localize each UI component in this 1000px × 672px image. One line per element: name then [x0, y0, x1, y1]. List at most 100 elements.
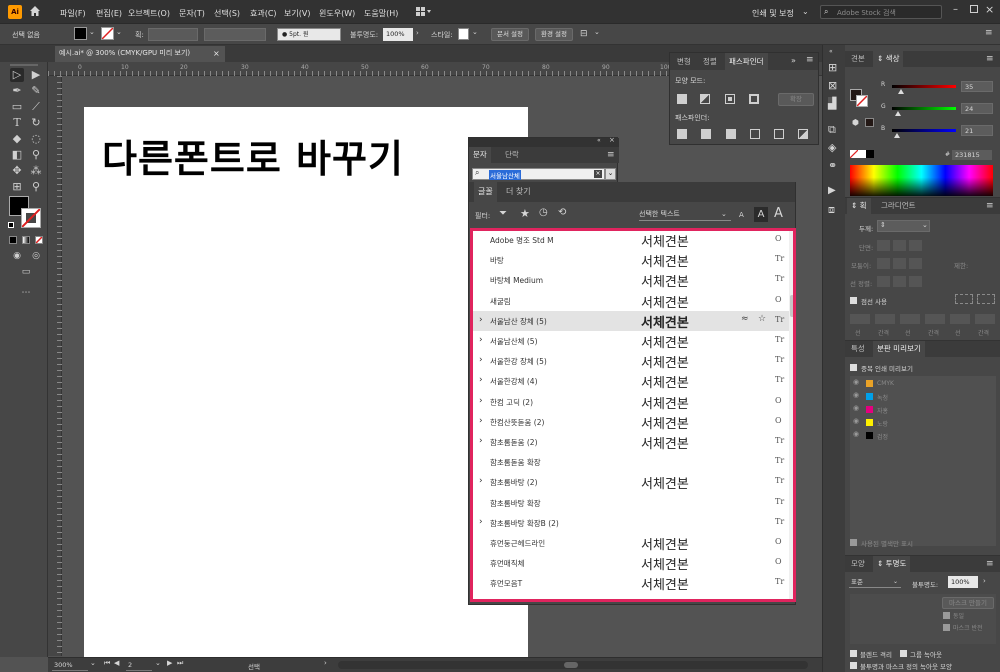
stepper-icon[interactable]: ⇕ — [880, 221, 886, 229]
menu-file[interactable]: 파일(F) — [60, 8, 86, 19]
layers-arrange-icon[interactable]: ▟ — [828, 97, 837, 110]
star-filter-icon[interactable]: ★ — [520, 207, 530, 220]
menu-window[interactable]: 윈도우(W) — [319, 8, 355, 19]
eraser-tool-icon[interactable]: ◆ — [10, 132, 24, 146]
similar-fonts-icon[interactable]: ≈ — [741, 314, 749, 324]
separation-row[interactable]: ◉ CMYK — [850, 378, 996, 390]
expand-chevron-icon[interactable]: › — [479, 517, 483, 527]
minus-back-icon[interactable] — [798, 129, 808, 139]
app-logo[interactable]: Ai — [8, 5, 22, 19]
close-icon[interactable]: × — [985, 3, 994, 16]
chevron-down-icon[interactable]: ⌄ — [802, 7, 809, 16]
minus-front-icon[interactable] — [700, 94, 710, 104]
menu-view[interactable]: 보기(V) — [284, 8, 310, 19]
next-artboard-icon[interactable]: ▶ — [167, 659, 172, 667]
visibility-eye-icon[interactable]: ◉ — [853, 391, 859, 399]
font-list-item[interactable]: › 서울한강체 (4) 서체견본 Tr — [473, 371, 791, 391]
image-trace-icon[interactable]: ⧈ — [828, 203, 835, 217]
overprint-checkbox[interactable] — [850, 364, 857, 371]
unite-icon[interactable] — [677, 94, 687, 104]
status-menu-icon[interactable]: › — [324, 659, 327, 667]
document-setup-button[interactable]: 문서 설정 — [491, 28, 529, 41]
type-tool-icon[interactable]: T — [10, 116, 24, 130]
draw-mode-icon[interactable]: ◉ — [10, 249, 24, 263]
tab-transform[interactable]: 변형 — [673, 53, 695, 70]
font-list-item[interactable]: › 한컴산뜻돋움 (2) 서체견본 O — [473, 412, 791, 432]
tab-pathfinder[interactable]: 패스파인더 — [725, 53, 768, 70]
outline-icon[interactable] — [774, 129, 784, 139]
g-value-field[interactable]: 24 — [961, 103, 993, 114]
align-inside-button[interactable] — [893, 276, 906, 287]
maximize-icon[interactable] — [970, 5, 978, 13]
sample-size-small[interactable]: A — [739, 211, 744, 219]
home-icon[interactable] — [29, 5, 41, 17]
crop-icon[interactable] — [750, 129, 760, 139]
round-cap-button[interactable] — [893, 240, 906, 251]
font-list-item[interactable]: 휴먼모음T 서체견본 Tr — [473, 573, 791, 593]
color-stroke-box[interactable] — [856, 95, 868, 107]
direct-selection-tool-icon[interactable]: ▶ — [29, 68, 43, 82]
brush-select[interactable]: ● 5pt. 원 — [277, 28, 341, 41]
eyedropper-tool-icon[interactable]: ⚲ — [29, 148, 43, 162]
favorite-star-icon[interactable]: ☆ — [758, 314, 766, 324]
tab-transparency[interactable]: ⇕ 투명도 — [873, 556, 911, 572]
used-only-checkbox[interactable] — [850, 539, 857, 546]
transparency-opacity-field[interactable]: 100% — [948, 576, 978, 588]
zoom-tool-icon[interactable]: ⚲ — [29, 180, 43, 194]
panel-menu-icon[interactable]: ≡ — [986, 201, 994, 211]
symbol-sprayer-tool-icon[interactable]: ⁂ — [29, 164, 43, 178]
expand-chevron-icon[interactable]: › — [479, 375, 483, 385]
panel-grip[interactable]: « — [829, 48, 833, 55]
merge-icon[interactable] — [726, 129, 736, 139]
r-value-field[interactable]: 35 — [961, 81, 993, 92]
rectangle-tool-icon[interactable]: ▭ — [10, 100, 24, 114]
dash-align-corners-icon[interactable] — [977, 294, 995, 304]
font-list-item[interactable]: 함초롬돋움 확장 Tr — [473, 452, 791, 472]
tab-align[interactable]: 정렬 — [699, 53, 721, 70]
close-icon[interactable]: × — [609, 136, 615, 144]
horizontal-scrollbar[interactable] — [338, 661, 808, 669]
font-list-item[interactable]: 함초롬바탕 확장 Tr — [473, 493, 791, 513]
recent-filter-icon[interactable]: ◷ — [539, 207, 548, 218]
previous-artboard-icon[interactable]: ◀ — [114, 659, 119, 667]
document-tab[interactable]: 예시.ai* @ 300% (CMYK/GPU 미리 보기) × — [55, 46, 225, 62]
gamut-swatch[interactable] — [865, 118, 874, 127]
collapse-icon[interactable]: » — [791, 56, 796, 65]
curvature-tool-icon[interactable]: ✎ — [29, 84, 43, 98]
gradient-tool-icon[interactable]: ◧ — [10, 148, 24, 162]
selection-tool-icon[interactable]: ▷ — [10, 68, 24, 82]
chevron-down-icon[interactable]: ⌄ — [594, 28, 600, 36]
font-list-item[interactable]: › 서울한강 장체 (5) 서체견본 Tr — [473, 351, 791, 371]
lasso-tool-icon[interactable]: ◌ — [29, 132, 43, 146]
tab-stroke[interactable]: ⇕ 획 — [847, 198, 871, 214]
tools-panel-grip[interactable] — [10, 64, 38, 66]
first-artboard-icon[interactable]: ⏮ — [104, 659, 110, 668]
font-list-item[interactable]: › 함초롬돋움 (2) 서체견본 Tr — [473, 432, 791, 452]
expand-button[interactable]: 확장 — [778, 93, 814, 106]
artboard-number-field[interactable]: 2 — [126, 659, 152, 671]
opacity-field[interactable]: 100% — [383, 28, 413, 41]
font-dropdown-toggle[interactable]: ⌄ — [605, 168, 616, 180]
chevron-right-icon[interactable]: › — [983, 577, 986, 585]
tab-separations[interactable]: 분판 미리보기 — [873, 341, 925, 357]
chevron-down-icon[interactable]: ⌄ — [89, 28, 95, 36]
make-mask-button[interactable]: 마스크 만들기 — [942, 597, 994, 609]
chevron-down-icon[interactable]: ⌄ — [922, 221, 928, 229]
gap-field[interactable] — [875, 314, 895, 324]
color-mode-icon[interactable] — [9, 236, 17, 244]
separation-row[interactable]: ◉ 검정 — [850, 430, 996, 442]
minimize-icon[interactable]: – — [953, 4, 958, 15]
stroke-color-box[interactable] — [21, 208, 41, 228]
butt-cap-button[interactable] — [877, 240, 890, 251]
visibility-eye-icon[interactable]: ◉ — [853, 417, 859, 425]
r-slider-handle[interactable] — [897, 89, 904, 94]
sample-size-large[interactable]: A — [774, 206, 783, 221]
tab-character[interactable]: 문자 — [469, 147, 491, 163]
tab-paragraph[interactable]: 단락 — [501, 147, 523, 163]
properties-icon[interactable]: ⊞ — [828, 61, 837, 74]
dash-field[interactable] — [850, 314, 870, 324]
chevron-down-icon[interactable]: ⌄ — [116, 28, 122, 36]
font-list-item[interactable]: 바탕 서체견본 Tr — [473, 250, 791, 270]
align-center-button[interactable] — [877, 276, 890, 287]
g-slider-track[interactable] — [892, 107, 956, 110]
